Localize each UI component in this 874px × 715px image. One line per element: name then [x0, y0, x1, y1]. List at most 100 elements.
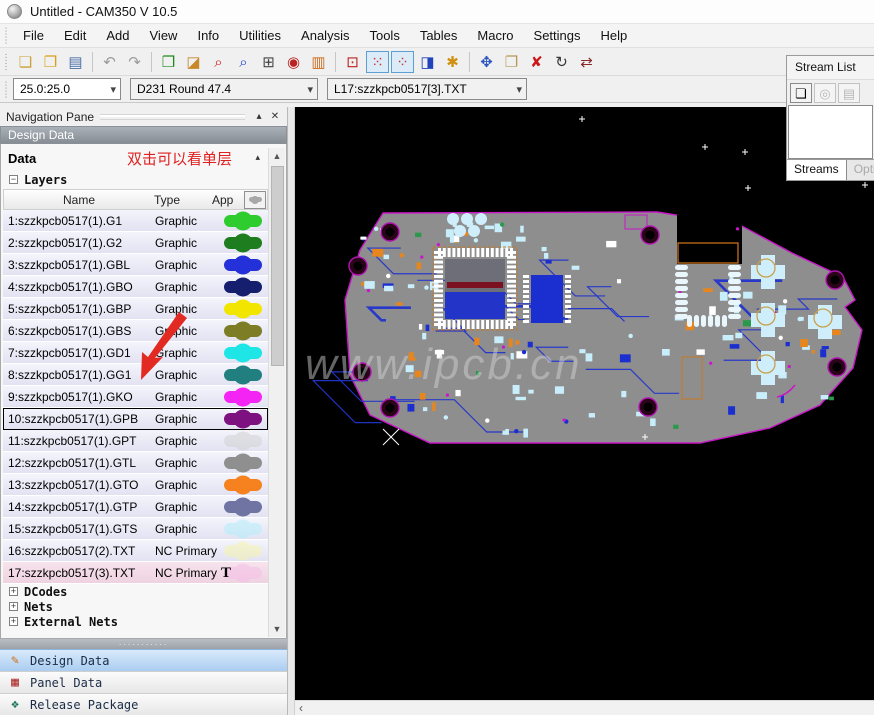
- delete-icon[interactable]: ✘: [525, 51, 548, 73]
- layer-row-17[interactable]: 17:szzkpcb0517(3).TXTNC PrimaryT: [3, 562, 268, 584]
- zoom-window-icon[interactable]: ⊞: [257, 51, 280, 73]
- rotate-icon[interactable]: ↻: [550, 51, 573, 73]
- layer-color-cell[interactable]: [217, 435, 268, 447]
- layer-color-swatch[interactable]: [224, 215, 262, 227]
- layer-color-cell[interactable]: [217, 281, 268, 293]
- dot-grid-icon[interactable]: ⁘: [391, 51, 414, 73]
- layer-color-swatch[interactable]: [224, 347, 262, 359]
- layer-color-cell[interactable]: [217, 457, 268, 469]
- pcb-canvas[interactable]: www.ipcb.cn ‹: [295, 107, 874, 715]
- layer-color-cell[interactable]: [217, 347, 268, 359]
- menu-macro[interactable]: Macro: [467, 25, 523, 46]
- menu-tables[interactable]: Tables: [410, 25, 468, 46]
- layer-color-cell[interactable]: [217, 479, 268, 491]
- menu-grip-handle[interactable]: [3, 27, 9, 43]
- pane-splitter-handle[interactable]: ∙∙∙∙∙∙∙∙∙∙∙: [0, 639, 287, 649]
- expand-plus-icon[interactable]: +: [9, 602, 18, 611]
- design-data-group-header[interactable]: Design Data: [0, 126, 287, 144]
- panel-data-button[interactable]: ▦Panel Data: [0, 671, 287, 693]
- new-stream-icon[interactable]: ❏: [790, 83, 812, 103]
- canvas-horizontal-scrollbar[interactable]: ‹: [295, 700, 874, 715]
- column-header-type[interactable]: Type: [154, 193, 212, 207]
- layer-row-16[interactable]: 16:szzkpcb0517(2).TXTNC Primary: [3, 540, 268, 562]
- expand-plus-icon[interactable]: +: [9, 617, 18, 626]
- design-data-button[interactable]: ✎Design Data: [0, 649, 287, 671]
- menu-help[interactable]: Help: [591, 25, 638, 46]
- layer-color-swatch[interactable]: [224, 237, 262, 249]
- pane-drag-stripes[interactable]: [100, 114, 245, 120]
- grid-combo[interactable]: 25.0:25.0 ▾: [13, 78, 121, 100]
- tree-node-dcodes[interactable]: +DCodes: [1, 584, 286, 599]
- chevron-down-icon[interactable]: ▾: [516, 83, 522, 96]
- layer-row-5[interactable]: 5:szzkpcb0517(1).GBPGraphic: [3, 298, 268, 320]
- layer-row-15[interactable]: 15:szzkpcb0517(1).GTSGraphic: [3, 518, 268, 540]
- layer-row-4[interactable]: 4:szzkpcb0517(1).GBOGraphic: [3, 276, 268, 298]
- layer-color-swatch[interactable]: [224, 325, 262, 337]
- menu-settings[interactable]: Settings: [524, 25, 591, 46]
- layer-color-cell[interactable]: [217, 303, 268, 315]
- layer-color-swatch[interactable]: [224, 413, 262, 425]
- menu-info[interactable]: Info: [187, 25, 229, 46]
- vertical-splitter[interactable]: [288, 107, 295, 715]
- layer-color-cell[interactable]: [217, 237, 268, 249]
- release-package-button[interactable]: ❖Release Package: [0, 693, 287, 715]
- new-file-icon[interactable]: ❏: [14, 51, 37, 73]
- layer-color-swatch[interactable]: [224, 281, 262, 293]
- redo-icon[interactable]: ↷: [123, 51, 146, 73]
- layer-color-cell[interactable]: [217, 523, 268, 535]
- tree-node-layers[interactable]: − Layers: [1, 170, 286, 189]
- save-icon[interactable]: ▤: [64, 51, 87, 73]
- data-collapse-icon[interactable]: ▴: [255, 152, 260, 163]
- board-outline-icon[interactable]: ⊡: [341, 51, 364, 73]
- toolbar-grip-handle[interactable]: [3, 52, 9, 71]
- layer-color-swatch[interactable]: [224, 435, 262, 447]
- column-header-name[interactable]: Name: [4, 193, 154, 207]
- layer-color-swatch[interactable]: [224, 457, 262, 469]
- aperture-header-button[interactable]: [244, 191, 266, 209]
- menu-edit[interactable]: Edit: [54, 25, 96, 46]
- menu-analysis[interactable]: Analysis: [291, 25, 359, 46]
- menu-view[interactable]: View: [140, 25, 188, 46]
- highlight-icon[interactable]: ✱: [441, 51, 464, 73]
- layer-color-swatch[interactable]: [224, 523, 262, 535]
- menu-utilities[interactable]: Utilities: [229, 25, 291, 46]
- layer-color-cell[interactable]: [217, 391, 268, 403]
- layer-color-cell[interactable]: [217, 413, 268, 425]
- active-layer-combo[interactable]: L17:szzkpcb0517[3].TXT ▾: [327, 78, 527, 100]
- dcode-combo[interactable]: D231 Round 47.4 ▾: [130, 78, 318, 100]
- move-icon[interactable]: ✥: [475, 51, 498, 73]
- column-header-app[interactable]: App: [212, 193, 244, 207]
- layer-color-swatch[interactable]: [224, 369, 262, 381]
- scroll-up-icon[interactable]: ▲: [269, 148, 285, 164]
- menu-add[interactable]: Add: [96, 25, 139, 46]
- layer-row-8[interactable]: 8:szzkpcb0517(1).GG1Graphic: [3, 364, 268, 386]
- stream-list-box[interactable]: [788, 105, 873, 159]
- layer-color-cell[interactable]: [217, 545, 268, 557]
- layers-scrollbar[interactable]: ▲ ▼: [268, 148, 285, 637]
- film-red-icon[interactable]: ◉: [282, 51, 305, 73]
- layer-row-7[interactable]: 7:szzkpcb0517(1).GD1Graphic: [3, 342, 268, 364]
- layer-color-cell[interactable]: [217, 259, 268, 271]
- scroll-down-icon[interactable]: ▼: [269, 621, 285, 637]
- combobar-grip-handle[interactable]: [3, 80, 9, 98]
- mirror-icon[interactable]: ⇄: [575, 51, 598, 73]
- layer-color-cell[interactable]: T: [217, 567, 268, 579]
- zoom-in-icon[interactable]: ⌕: [207, 51, 230, 73]
- layer-color-swatch[interactable]: [224, 479, 262, 491]
- menu-file[interactable]: File: [13, 25, 54, 46]
- layer-color-swatch[interactable]: [224, 259, 262, 271]
- layer-row-9[interactable]: 9:szzkpcb0517(1).GKOGraphic: [3, 386, 268, 408]
- tab-opti[interactable]: Opti: [847, 160, 874, 180]
- undo-icon[interactable]: ↶: [98, 51, 121, 73]
- layer-row-12[interactable]: 12:szzkpcb0517(1).GTLGraphic: [3, 452, 268, 474]
- pane-close-icon[interactable]: ✕: [267, 111, 283, 122]
- layer-row-1[interactable]: 1:szzkpcb0517(1).G1Graphic: [3, 210, 268, 232]
- layer-row-11[interactable]: 11:szzkpcb0517(1).GPTGraphic: [3, 430, 268, 452]
- tree-node-nets[interactable]: +Nets: [1, 599, 286, 614]
- clear-redraw-icon[interactable]: ◪: [182, 51, 205, 73]
- scroll-left-icon[interactable]: ‹: [299, 703, 303, 713]
- layer-color-cell[interactable]: [217, 501, 268, 513]
- color-layers-icon[interactable]: ◨: [416, 51, 439, 73]
- scrollbar-thumb[interactable]: [271, 166, 284, 366]
- layer-color-cell[interactable]: [217, 325, 268, 337]
